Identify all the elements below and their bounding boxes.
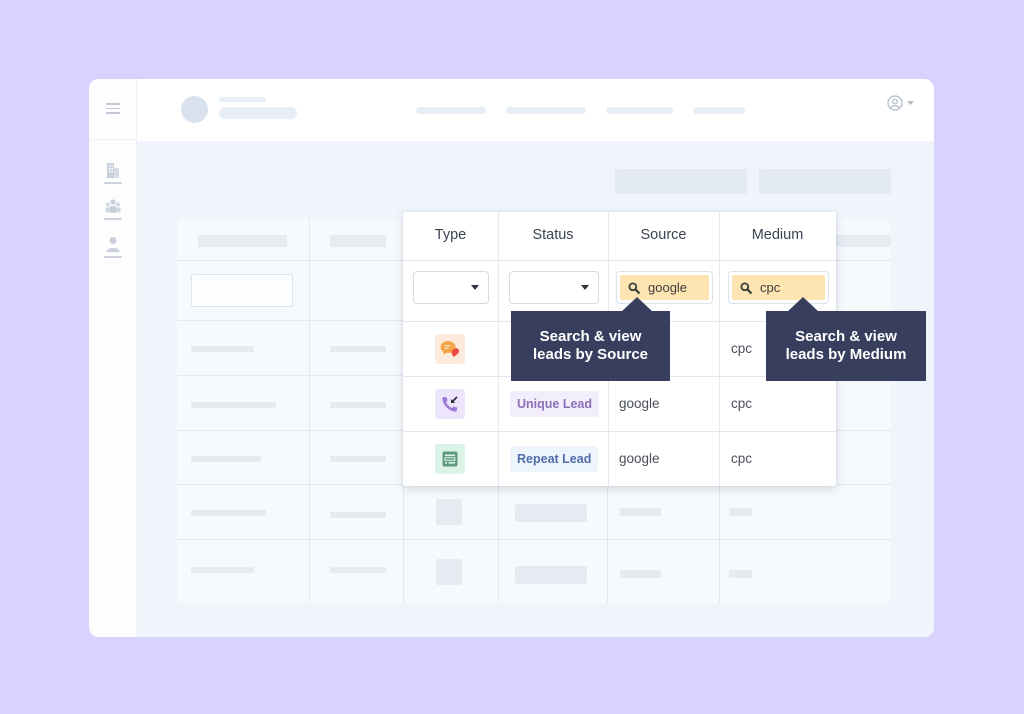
status-badge: Unique Lead (510, 391, 600, 417)
medium-tooltip: Search & view leads by Medium (766, 297, 926, 381)
tooltip-line: leads by Source (532, 346, 649, 363)
nav-link-placeholder[interactable] (606, 107, 673, 114)
medium-search-value: cpc (760, 280, 781, 295)
source-tooltip: Search & view leads by Source (511, 297, 670, 381)
tooltip-arrow (621, 297, 653, 312)
search-icon (740, 282, 752, 294)
user-menu[interactable] (887, 95, 914, 111)
caret-down-icon (581, 285, 589, 290)
top-bar (137, 79, 934, 141)
tooltip-line: leads by Medium (785, 346, 907, 363)
column-header-status[interactable]: Status (498, 227, 608, 243)
incoming-call-icon (435, 389, 465, 419)
sidebar-item-users[interactable] (104, 235, 122, 258)
placeholder-subtitle (219, 97, 266, 102)
status-filter-select[interactable] (509, 271, 599, 304)
nav-link-placeholder[interactable] (506, 107, 586, 114)
tooltip-line: Search & view (539, 328, 642, 345)
nav-link-placeholder[interactable] (416, 107, 486, 114)
hamburger-icon[interactable] (106, 103, 120, 114)
row-medium: cpc (731, 451, 753, 466)
sidebar-item-companies[interactable] (104, 161, 122, 184)
caret-down-icon (471, 285, 479, 290)
placeholder-title (219, 107, 297, 119)
form-icon (435, 444, 465, 474)
user-circle-icon (887, 95, 903, 111)
row-source: google (619, 396, 660, 411)
search-icon (628, 282, 640, 294)
tooltip-arrow (787, 297, 819, 312)
type-filter-select[interactable] (413, 271, 489, 304)
building-icon (107, 163, 119, 178)
chat-icon (435, 334, 465, 364)
tooltip-line: Search & view (795, 328, 897, 345)
column-header-medium[interactable]: Medium (719, 227, 836, 243)
nav-link-placeholder[interactable] (693, 107, 745, 114)
sidebar (89, 79, 137, 637)
column-header-source[interactable]: Source (608, 227, 719, 243)
user-icon (106, 237, 120, 252)
team-icon (105, 199, 121, 213)
name-filter-input[interactable] (191, 274, 293, 307)
column-header-type[interactable]: Type (403, 227, 498, 243)
row-medium: cpc (731, 341, 753, 356)
source-search-value: google (648, 280, 688, 295)
row-medium: cpc (731, 396, 753, 411)
row-source: google (619, 451, 660, 466)
caret-down-icon (907, 100, 914, 105)
status-badge: Repeat Lead (510, 446, 599, 472)
company-logo (181, 96, 208, 123)
action-button-placeholder[interactable] (759, 169, 891, 194)
sidebar-item-teams[interactable] (104, 197, 122, 220)
sidebar-divider (89, 139, 137, 140)
action-button-placeholder[interactable] (615, 169, 747, 194)
